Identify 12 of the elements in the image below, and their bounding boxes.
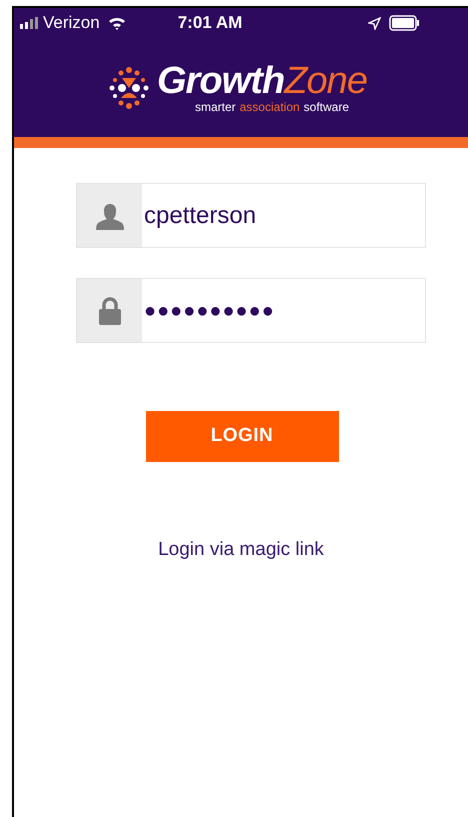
logo-wordmark: Zone — [284, 62, 368, 100]
signal-icon — [20, 17, 40, 29]
clock-time: 7:01 AM — [178, 12, 242, 34]
magic-link[interactable]: Login via magic link — [158, 536, 324, 564]
tagline-text: software — [304, 101, 350, 113]
tagline-text: association — [240, 101, 300, 113]
wifi-icon — [108, 16, 126, 30]
carrier-name: Verizon — [43, 12, 100, 34]
location-arrow-icon — [368, 16, 382, 30]
battery-icon — [389, 15, 420, 31]
logo-wordmark: Growth — [156, 62, 284, 100]
tagline-text: smarter — [194, 101, 236, 113]
